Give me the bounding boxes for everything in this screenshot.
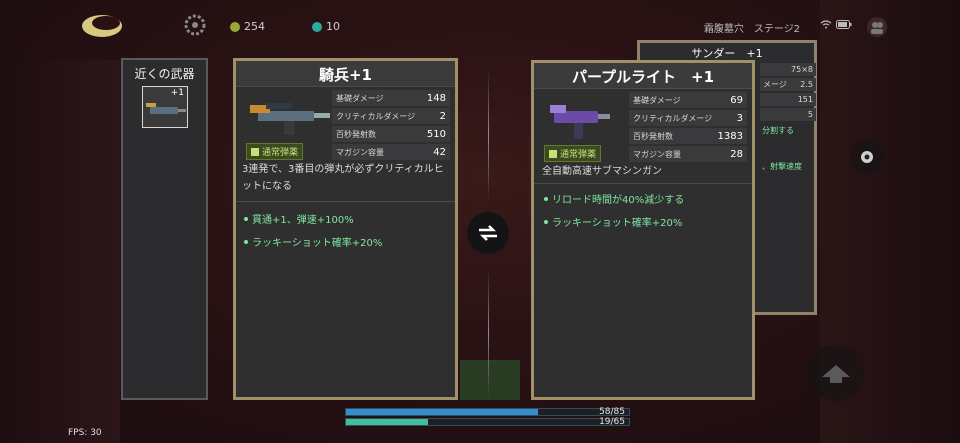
ammo-type-tag: 通常弾薬 — [246, 143, 304, 160]
gem-icon — [312, 21, 322, 32]
fps-counter: FPS: 30 — [68, 428, 102, 438]
nearby-weapons-panel: 近くの武器 +1 — [121, 58, 208, 400]
swap-arrows-icon — [479, 225, 497, 241]
weapon-title: パープルライト +1 — [571, 68, 715, 86]
thunder-stat-1: 75×8 — [760, 63, 816, 76]
effect-item: リロード時間が40%減少する — [544, 191, 684, 206]
device-status — [820, 20, 852, 29]
shield-text: 19/65 — [599, 417, 625, 427]
player-bars: 58/85 19/65 — [345, 407, 630, 428]
coin-value: 254 — [244, 20, 265, 33]
stat-magazine: マガジン容量 28 — [629, 146, 747, 162]
thunder-stat-4: 5 — [760, 108, 816, 121]
stage-info: 霜腹墓穴 ステージ2 — [704, 20, 800, 35]
swap-weapon-button[interactable] — [467, 212, 509, 254]
ammo-icon — [251, 147, 259, 156]
stage-label: ステージ2 — [753, 24, 800, 35]
action-button-small[interactable] — [850, 140, 884, 174]
thunder-stat-2: メージ 2.5 — [760, 78, 816, 91]
stat-fire-rate: 百秒発射数 1383 — [629, 128, 747, 144]
weapon-title: 騎兵+1 — [318, 66, 372, 84]
stat-crit-damage: クリティカルダメージ 2 — [332, 108, 450, 124]
swap-divider-bottom — [488, 268, 489, 398]
battery-icon — [836, 20, 852, 29]
stat-base-damage: 基礎ダメージ 69 — [629, 92, 747, 108]
effects-list: リロード時間が40%減少する ラッキーショット確率+20% — [544, 191, 684, 237]
shield-bar: 19/65 — [345, 417, 630, 427]
coin-icon — [230, 21, 240, 32]
shield-bar-fill — [346, 419, 429, 425]
card-divider — [534, 183, 752, 184]
thunder-effect-1: 分割する — [762, 126, 794, 135]
nearby-weapon-slot[interactable]: +1 — [142, 86, 188, 128]
ammo-icon — [549, 149, 557, 158]
stat-magazine: マガジン容量 42 — [332, 144, 450, 160]
nearby-weapons-title: 近くの武器 — [134, 67, 195, 81]
ammo-type-tag: 通常弾薬 — [544, 145, 602, 162]
hp-bar-fill — [346, 409, 539, 415]
weapon-card-current[interactable]: 騎兵+1 通常弾薬 基礎ダメージ 148 クリティカルダメージ 2 百秒発射数 510… — [233, 58, 458, 400]
ammo-type-label: 通常弾薬 — [262, 148, 299, 158]
friends-icon[interactable] — [866, 16, 888, 38]
effect-item: 貫通+1、弾速+100% — [244, 211, 382, 226]
skill-button[interactable] — [808, 345, 864, 401]
thunder-title: サンダー +1 — [691, 47, 763, 60]
coin-counter: 254 — [230, 20, 265, 33]
card-header: 騎兵+1 — [236, 61, 455, 87]
thunder-effect-2: 、射撃速度 — [762, 162, 802, 171]
effects-list: 貫通+1、弾速+100% ラッキーショット確率+20% — [244, 211, 382, 257]
effect-item: ラッキーショット確率+20% — [544, 214, 684, 229]
skill-arrow-icon — [822, 365, 850, 383]
cavalry-rifle-icon — [250, 103, 330, 135]
hp-bar: 58/85 — [345, 407, 630, 417]
gear-icon[interactable] — [184, 14, 206, 36]
card-divider — [236, 201, 455, 202]
effect-item: ラッキーショット確率+20% — [244, 234, 382, 249]
rifle-icon — [146, 103, 186, 122]
gem-value: 10 — [326, 20, 340, 33]
weapon-description: 全自動高速サブマシンガン — [542, 166, 662, 177]
wifi-icon — [820, 20, 832, 29]
thunder-stat-3: 151 — [760, 93, 816, 106]
stat-base-damage: 基礎ダメージ 148 — [332, 90, 450, 106]
purple-smg-icon — [550, 105, 610, 139]
stats-table: 基礎ダメージ 69 クリティカルダメージ 3 百秒発射数 1383 マガジン容量 28 — [629, 92, 747, 164]
stat-fire-rate: 百秒発射数 510 — [332, 126, 450, 142]
top-hud: 254 10 霜腹墓穴 ステージ2 — [0, 8, 960, 38]
eye-icon — [861, 151, 873, 163]
game-logo-icon[interactable] — [80, 10, 124, 40]
card-header: パープルライト +1 — [534, 63, 752, 89]
hp-text: 58/85 — [599, 407, 625, 417]
stats-table: 基礎ダメージ 148 クリティカルダメージ 2 百秒発射数 510 マガジン容量 42 — [332, 90, 450, 162]
ammo-type-label: 通常弾薬 — [560, 150, 597, 160]
gem-counter: 10 — [312, 20, 340, 33]
weapon-description: 3連発で、3番目の弾丸が必ずクリティカルヒットになる — [242, 164, 444, 192]
location-name: 霜腹墓穴 — [703, 24, 744, 35]
swap-divider-top — [488, 70, 489, 200]
weapon-card-new[interactable]: パープルライト +1 通常弾薬 基礎ダメージ 69 クリティカルダメージ 3 百秒発… — [531, 60, 755, 400]
stat-crit-damage: クリティカルダメージ 3 — [629, 110, 747, 126]
